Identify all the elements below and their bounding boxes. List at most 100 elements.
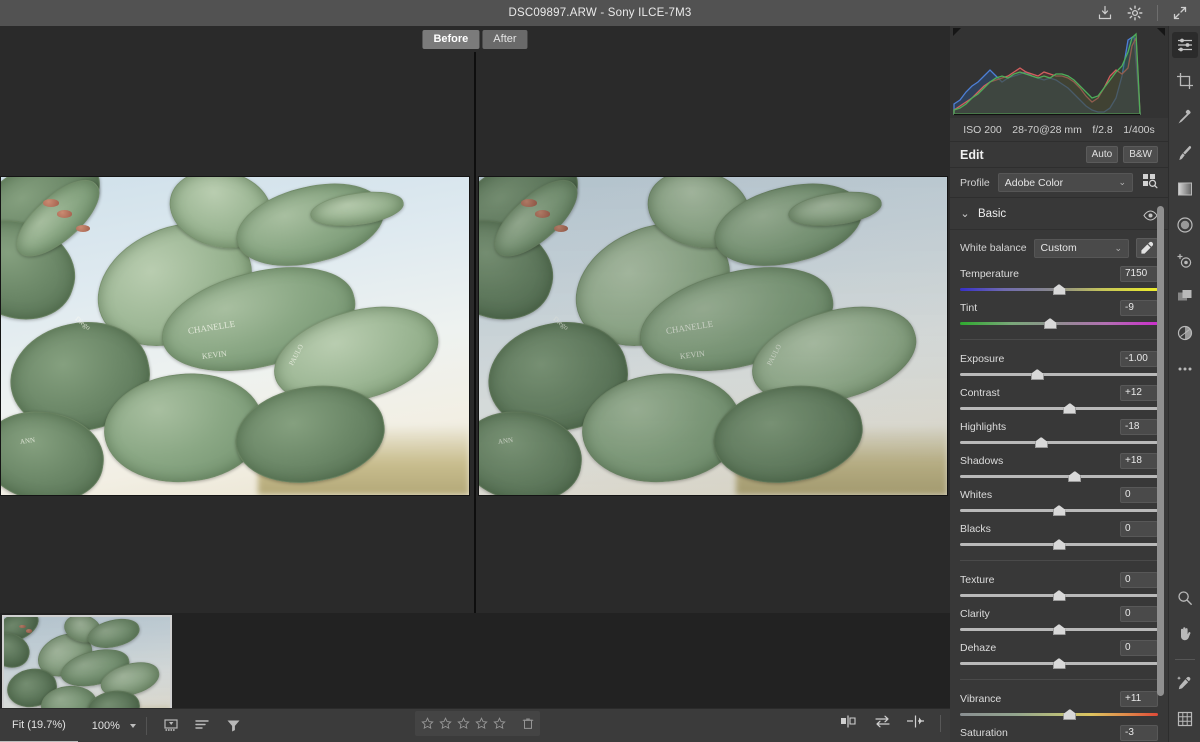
profile-browser-icon[interactable]	[1141, 172, 1158, 194]
edit-scroll-region[interactable]: ⌄ Basic White balance Custom ⌄ T	[950, 198, 1168, 742]
star-outline-icon[interactable]	[475, 717, 488, 730]
slider-knob[interactable]	[1063, 403, 1076, 414]
crop-icon[interactable]	[1172, 68, 1198, 94]
bw-button[interactable]: B&W	[1123, 146, 1158, 163]
exif-shutter: 1/400s	[1123, 124, 1155, 136]
slider-knob[interactable]	[1035, 437, 1048, 448]
pan-hand-icon[interactable]	[1172, 621, 1198, 647]
histogram[interactable]	[950, 26, 1168, 118]
slider-group-divider	[960, 560, 1158, 561]
slider-value[interactable]: -3	[1120, 725, 1158, 741]
highlight-clipping-indicator[interactable]	[1157, 28, 1165, 36]
slider-knob[interactable]	[1053, 658, 1066, 669]
slider-knob[interactable]	[1068, 471, 1081, 482]
chevron-down-icon[interactable]: ⌄	[960, 207, 970, 220]
eyedropper-icon[interactable]	[1136, 238, 1158, 258]
slider-value[interactable]: -1.00	[1120, 351, 1158, 367]
compare-before-after-icon[interactable]	[840, 714, 859, 734]
slider-track[interactable]	[960, 441, 1158, 444]
brush-icon[interactable]	[1172, 140, 1198, 166]
tool-rail-divider	[1175, 659, 1195, 660]
slider-knob[interactable]	[1053, 505, 1066, 516]
edit-panel-scrollbar[interactable]	[1157, 206, 1164, 696]
slider-shadows[interactable]: Shadows +18	[950, 449, 1168, 483]
chevron-down-icon[interactable]	[130, 724, 136, 728]
slider-value[interactable]: 0	[1120, 487, 1158, 503]
swap-icon[interactable]	[874, 714, 891, 734]
slider-track[interactable]	[960, 713, 1158, 716]
tab-before[interactable]: Before	[422, 30, 479, 49]
basic-section-header[interactable]: ⌄ Basic	[950, 198, 1168, 230]
edit-header: Edit Auto B&W	[950, 142, 1168, 168]
slider-knob[interactable]	[1053, 590, 1066, 601]
slider-saturation[interactable]: Saturation -3	[950, 721, 1168, 742]
tab-after[interactable]: After	[482, 30, 527, 49]
slider-value[interactable]: 0	[1120, 521, 1158, 537]
zoom-icon[interactable]	[1172, 585, 1198, 611]
slider-value[interactable]: 0	[1120, 640, 1158, 656]
gear-icon[interactable]	[1127, 5, 1143, 21]
after-image[interactable]: CHANELLE KEVIN Diego PAULO ANN	[478, 176, 948, 496]
slider-track[interactable]	[960, 373, 1158, 376]
slider-knob[interactable]	[1031, 369, 1044, 380]
slider-tint[interactable]: Tint -9	[950, 296, 1168, 330]
slider-blacks[interactable]: Blacks 0	[950, 517, 1168, 551]
slider-knob[interactable]	[1053, 539, 1066, 550]
zoom-percent-label[interactable]: 100%	[78, 720, 128, 732]
before-image[interactable]: CHANELLE KEVIN Diego PAULO ANN	[0, 176, 470, 496]
slider-contrast[interactable]: Contrast +12	[950, 381, 1168, 415]
slider-knob[interactable]	[1053, 284, 1066, 295]
slider-clarity[interactable]: Clarity 0	[950, 602, 1168, 636]
slider-vibrance[interactable]: Vibrance +11	[950, 687, 1168, 721]
filter-icon[interactable]	[225, 717, 242, 734]
linear-gradient-icon[interactable]	[1172, 176, 1198, 202]
eye-icon[interactable]	[1143, 208, 1158, 219]
slider-highlights[interactable]: Highlights -18	[950, 415, 1168, 449]
star-outline-icon[interactable]	[493, 717, 506, 730]
slider-dehaze[interactable]: Dehaze 0	[950, 636, 1168, 670]
split-view-icon[interactable]	[906, 714, 925, 734]
slider-value[interactable]: 0	[1120, 606, 1158, 622]
slider-track[interactable]	[960, 322, 1158, 325]
compare-split-divider[interactable]	[474, 52, 476, 613]
slider-temperature[interactable]: Temperature 7150	[950, 262, 1168, 296]
slider-texture[interactable]: Texture 0	[950, 568, 1168, 602]
slider-track[interactable]	[960, 407, 1158, 410]
slider-exposure[interactable]: Exposure -1.00	[950, 347, 1168, 381]
slider-knob[interactable]	[1063, 709, 1076, 720]
slider-track[interactable]	[960, 475, 1158, 478]
slider-value[interactable]: +18	[1120, 453, 1158, 469]
thumbnail-badges-icon[interactable]	[163, 717, 180, 734]
trash-icon[interactable]	[522, 717, 534, 730]
slider-value[interactable]: -9	[1120, 300, 1158, 316]
share-export-icon[interactable]	[1097, 5, 1113, 21]
copy-layers-icon[interactable]	[1172, 284, 1198, 310]
slider-value[interactable]: -18	[1120, 419, 1158, 435]
edit-sliders-icon[interactable]	[1172, 32, 1198, 58]
slider-value[interactable]: 7150	[1120, 266, 1158, 282]
zoom-fit-button[interactable]: Fit (19.7%)	[0, 709, 78, 742]
sort-order-icon[interactable]	[194, 717, 211, 734]
fullscreen-icon[interactable]	[1172, 5, 1188, 21]
star-outline-icon[interactable]	[421, 717, 434, 730]
healing-brush-icon[interactable]	[1172, 104, 1198, 130]
slider-knob[interactable]	[1044, 318, 1057, 329]
edit-title: Edit	[960, 148, 1081, 162]
grid-icon[interactable]	[1172, 706, 1198, 732]
slider-whites[interactable]: Whites 0	[950, 483, 1168, 517]
profile-select[interactable]: Adobe Color ⌄	[998, 173, 1133, 192]
white-balance-select[interactable]: Custom ⌄	[1034, 239, 1129, 258]
star-outline-icon[interactable]	[439, 717, 452, 730]
auto-select-icon[interactable]	[1172, 670, 1198, 696]
slider-value[interactable]: +11	[1120, 691, 1158, 707]
radial-gradient-icon[interactable]	[1172, 212, 1198, 238]
shadow-clipping-indicator[interactable]	[953, 28, 961, 36]
slider-knob[interactable]	[1053, 624, 1066, 635]
star-outline-icon[interactable]	[457, 717, 470, 730]
presets-icon[interactable]	[1172, 320, 1198, 346]
mask-add-icon[interactable]	[1172, 248, 1198, 274]
more-options-icon[interactable]	[1172, 356, 1198, 382]
slider-value[interactable]: +12	[1120, 385, 1158, 401]
slider-value[interactable]: 0	[1120, 572, 1158, 588]
auto-button[interactable]: Auto	[1086, 146, 1119, 163]
